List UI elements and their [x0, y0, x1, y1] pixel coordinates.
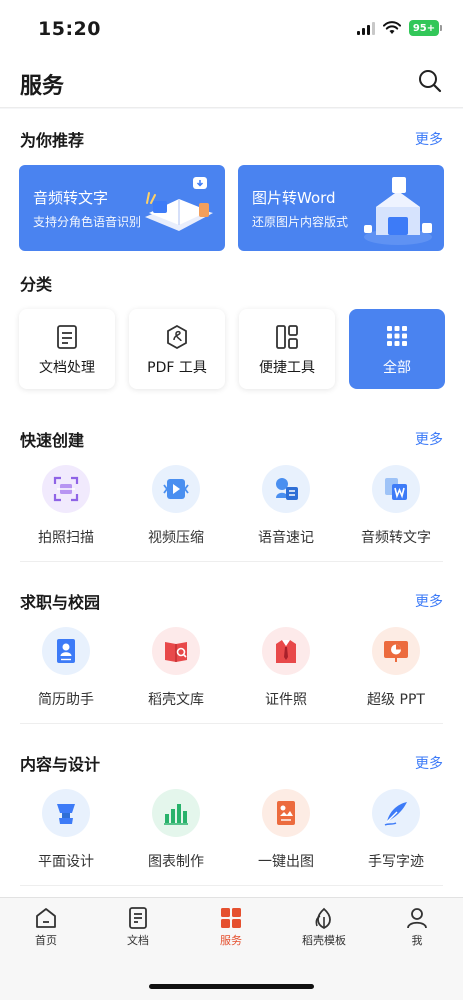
tab-documents[interactable]: 文档 [98, 906, 178, 956]
header: 服务 [0, 58, 463, 108]
category-document[interactable]: 文档处理 [19, 309, 115, 389]
career-title: 求职与校园 [20, 593, 101, 612]
category-label: 文档处理 [39, 360, 95, 376]
library-icon [152, 627, 200, 675]
design-item-label: 手写字迹 [368, 854, 424, 870]
grid-dots-icon [387, 326, 407, 346]
status-bar: 15:20 95+ [0, 0, 463, 58]
quick-item-label: 视频压缩 [148, 530, 204, 546]
career-item-library[interactable]: 稻壳文库 [121, 627, 231, 717]
voice-note-icon [262, 465, 310, 513]
quick-create-title: 快速创建 [20, 431, 85, 450]
audio-to-text-icon [372, 465, 420, 513]
pdf-icon [167, 325, 187, 349]
tab-label: 首页 [35, 934, 57, 947]
audio-book-illustration-icon [145, 177, 213, 231]
page-title: 服务 [20, 74, 65, 99]
recommend-title: 为你推荐 [20, 131, 85, 150]
design-item-handwriting[interactable]: 手写字迹 [341, 789, 451, 879]
home-indicator[interactable] [149, 984, 314, 989]
design-item-one-click[interactable]: 一键出图 [231, 789, 341, 879]
tab-label: 文档 [127, 934, 149, 947]
status-time: 15:20 [38, 18, 101, 40]
ppt-icon [372, 627, 420, 675]
quick-item-video-compress[interactable]: 视频压缩 [121, 465, 231, 555]
quick-item-audio-to-text[interactable]: 音频转文字 [341, 465, 451, 555]
recommend-more-link[interactable]: 更多 [415, 129, 443, 149]
quick-item-label: 语音速记 [258, 530, 314, 546]
tab-label: 稻壳模板 [302, 934, 346, 947]
category-label: PDF 工具 [147, 360, 207, 376]
tab-label: 我 [411, 934, 423, 947]
career-item-id-photo[interactable]: 证件照 [231, 627, 341, 717]
design-more-link[interactable]: 更多 [415, 753, 443, 773]
resume-icon [42, 627, 90, 675]
search-icon[interactable] [417, 68, 443, 94]
categories-title: 分类 [20, 275, 53, 294]
career-more-link[interactable]: 更多 [415, 591, 443, 611]
status-icons: 95+ [357, 20, 442, 36]
card-title: 音频转文字 [33, 189, 109, 207]
graphic-design-icon [42, 789, 90, 837]
section-divider [20, 723, 443, 724]
career-item-label: 超级 PPT [367, 692, 425, 708]
document-icon [129, 907, 147, 929]
category-all[interactable]: 全部 [349, 309, 445, 389]
profile-icon [407, 908, 427, 929]
battery-icon: 95+ [409, 20, 442, 36]
design-item-chart[interactable]: 图表制作 [121, 789, 231, 879]
quick-item-label: 音频转文字 [361, 530, 431, 546]
quick-item-scan[interactable]: 拍照扫描 [11, 465, 121, 555]
section-divider [20, 885, 443, 886]
leaf-icon [315, 907, 331, 930]
tab-label: 服务 [220, 934, 242, 947]
image-to-word-card[interactable]: 图片转Word 还原图片内容版式 [238, 165, 444, 251]
image-house-illustration-icon [364, 177, 432, 245]
career-item-resume[interactable]: 简历助手 [11, 627, 121, 717]
category-label: 便捷工具 [259, 360, 315, 376]
document-icon [57, 325, 77, 349]
section-divider [20, 561, 443, 562]
career-item-label: 证件照 [265, 692, 307, 708]
design-item-label: 一键出图 [258, 854, 314, 870]
tab-profile[interactable]: 我 [377, 906, 457, 956]
category-label: 全部 [383, 360, 411, 376]
services-icon [221, 908, 241, 928]
card-subtitle: 还原图片内容版式 [252, 215, 349, 229]
quick-item-label: 拍照扫描 [38, 530, 94, 546]
services-content: 为你推荐 更多 音频转文字 支持分角色语音识别 图片转Word 还原图片内容版式 [0, 109, 463, 897]
chart-maker-icon [152, 789, 200, 837]
video-compress-icon [152, 465, 200, 513]
card-subtitle: 支持分角色语音识别 [33, 215, 142, 229]
battery-level: 95+ [412, 22, 436, 34]
tab-templates[interactable]: 稻壳模板 [284, 906, 364, 956]
one-click-image-icon [262, 789, 310, 837]
scan-icon [42, 465, 90, 513]
design-title: 内容与设计 [20, 755, 101, 774]
home-icon [36, 908, 56, 928]
tools-icon [276, 325, 298, 349]
design-item-graphic[interactable]: 平面设计 [11, 789, 121, 879]
id-photo-icon [262, 627, 310, 675]
design-item-label: 平面设计 [38, 854, 94, 870]
category-pdf[interactable]: PDF 工具 [129, 309, 225, 389]
career-item-label: 简历助手 [38, 692, 94, 708]
tab-services[interactable]: 服务 [191, 906, 271, 956]
audio-to-text-card[interactable]: 音频转文字 支持分角色语音识别 [19, 165, 225, 251]
quick-create-more-link[interactable]: 更多 [415, 429, 443, 449]
category-tools[interactable]: 便捷工具 [239, 309, 335, 389]
tab-home[interactable]: 首页 [6, 906, 86, 956]
design-item-label: 图表制作 [148, 854, 204, 870]
career-item-label: 稻壳文库 [148, 692, 204, 708]
wifi-icon [383, 21, 401, 34]
quick-item-voice-note[interactable]: 语音速记 [231, 465, 341, 555]
handwriting-icon [372, 789, 420, 837]
signal-icon [357, 21, 375, 35]
card-title: 图片转Word [252, 189, 336, 207]
career-item-ppt[interactable]: 超级 PPT [341, 627, 451, 717]
